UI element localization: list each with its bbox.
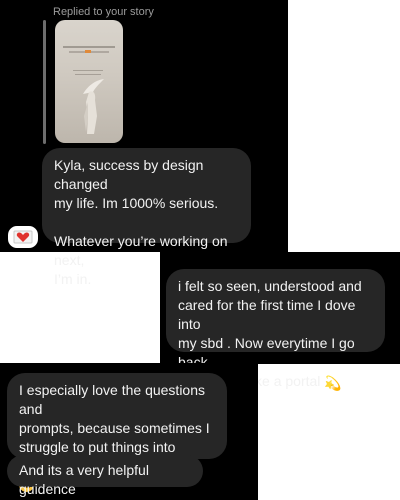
- message-text: cared for the first time I dove into: [178, 297, 356, 332]
- reply-indicator-bar: [43, 20, 46, 144]
- message-bubble-incoming[interactable]: And its a very helpful guidence: [7, 455, 203, 497]
- story-accent-mark: [85, 50, 91, 53]
- heart-envelope-icon[interactable]: [6, 224, 40, 250]
- message-text: my life. Im 1000% serious.: [54, 195, 219, 211]
- message-text: Kyla, success by design changed: [54, 157, 204, 192]
- heart-icon: [13, 230, 33, 244]
- chat-panel-top: Replied to your story Kyla, success by d…: [0, 0, 288, 287]
- chat-panel-bottom: I especially love the questions and prom…: [0, 363, 258, 500]
- chat-panel-middle: i felt so seen, understood and cared for…: [160, 252, 400, 391]
- replied-to-story-label: Replied to your story: [53, 6, 154, 18]
- story-text-line: [63, 46, 115, 48]
- story-text-line: [73, 70, 103, 71]
- message-bubble-incoming[interactable]: I especially love the questions and prom…: [7, 373, 227, 492]
- story-thumbnail[interactable]: [55, 20, 123, 143]
- message-text: I especially love the questions and: [19, 382, 205, 417]
- message-bubble-incoming[interactable]: i felt so seen, understood and cared for…: [166, 269, 385, 391]
- message-text: And its a very helpful guidence: [19, 462, 149, 497]
- story-text-line: [75, 74, 101, 75]
- message-bubble-incoming[interactable]: Kyla, success by design changed my life.…: [42, 148, 251, 287]
- message-text: prompts, because sometimes I: [19, 420, 210, 436]
- message-text: i felt so seen, understood and: [178, 278, 362, 294]
- dizzy-icon: 💫: [324, 375, 342, 391]
- statue-image: [83, 79, 104, 134]
